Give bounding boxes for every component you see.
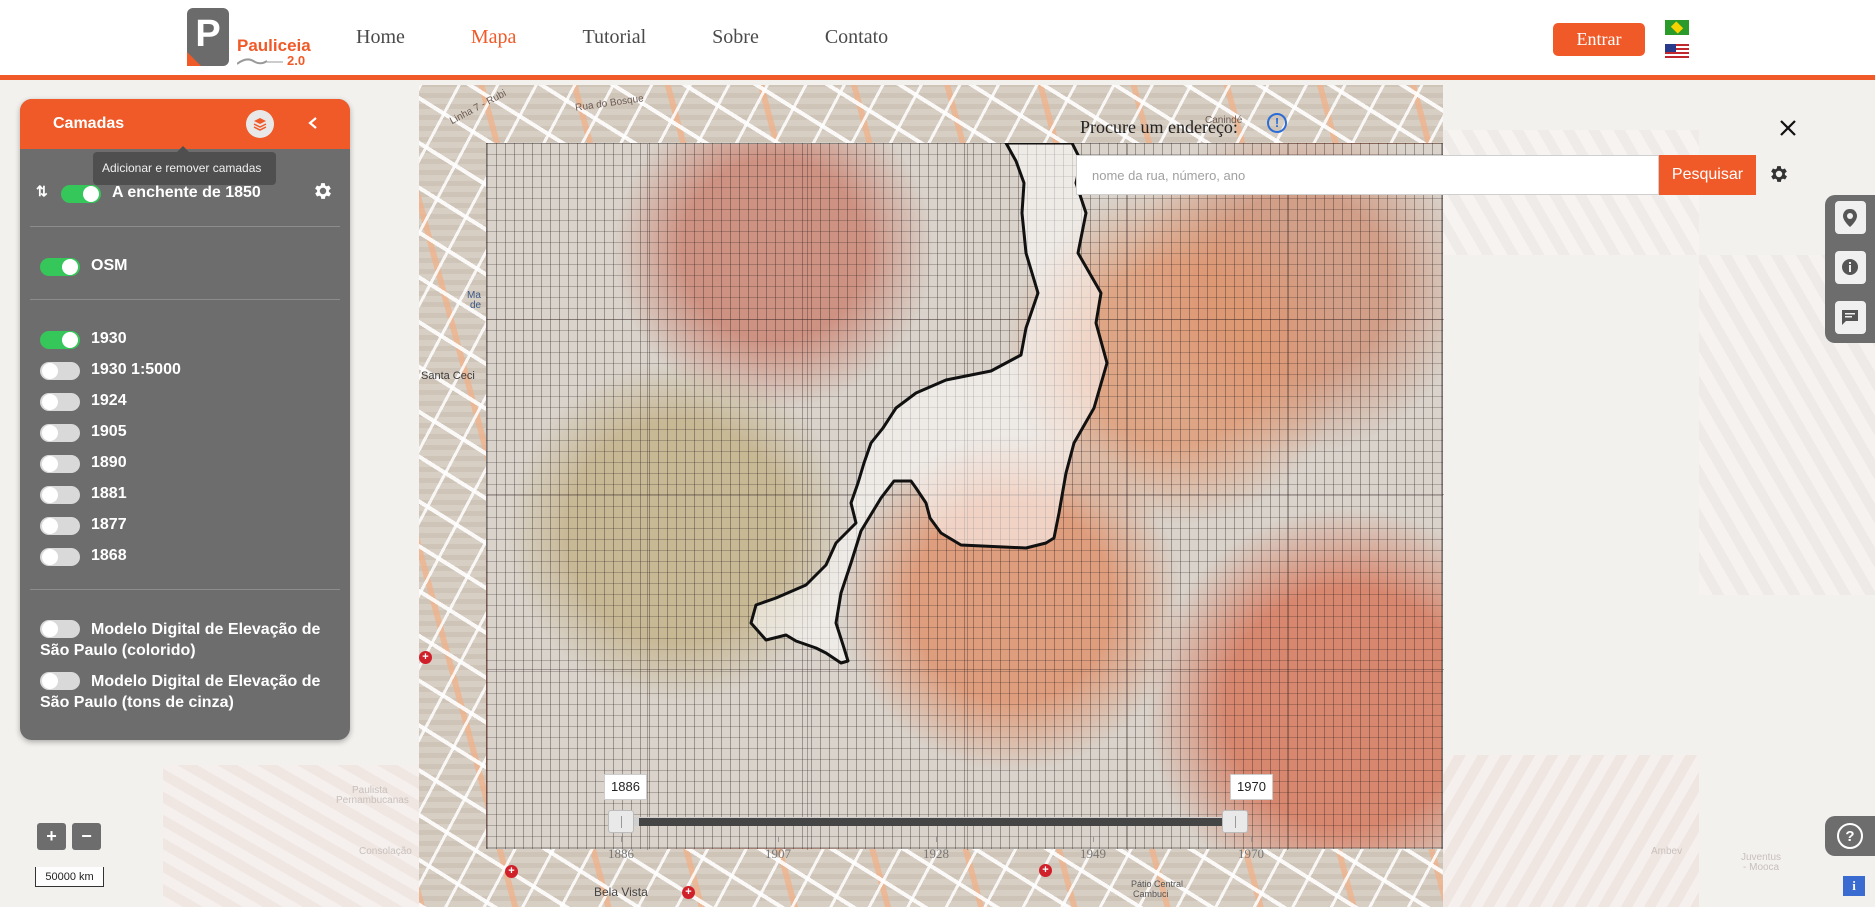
slider-handle-start[interactable] [608,810,634,833]
search-label: Procure um endereço: [1080,117,1238,137]
tick-label: 1949 [1080,846,1106,861]
tick-mark [1251,836,1252,842]
map-label: Ambev [1651,846,1683,857]
search-button[interactable]: Pesquisar [1659,155,1756,195]
search-info-icon[interactable]: ! [1267,113,1287,133]
logo-swoosh-icon [237,58,283,65]
layers-tooltip: Adicionar e remover camadas [93,146,276,185]
help-button[interactable]: ? [1825,816,1875,856]
login-button[interactable]: Entrar [1553,23,1645,56]
toggle-1890[interactable] [40,455,80,473]
layer-label-elevation-color: Modelo Digital de Elevação de São Paulo … [40,621,321,659]
attribution-info-button[interactable]: i [1843,876,1865,896]
slider-range-fill [639,818,1237,826]
layer-label-1930-5000: 1930 1:5000 [91,361,181,378]
toggle-1881[interactable] [40,486,80,504]
layer-label-1877: 1877 [91,516,127,533]
tick-mark [1093,836,1094,842]
pauliceia-logo[interactable]: P Pauliceia 2.0 [187,8,312,70]
toggle-osm[interactable] [40,258,80,276]
logo-version: 2.0 [287,53,306,68]
tick-label: 1907 [765,846,791,861]
layer-label-1905: 1905 [91,423,127,440]
hospital-icon: + [419,651,432,664]
flood-1850-outline [749,143,1109,665]
osm-tile-faint [1443,755,1699,907]
right-tool-bar [1825,195,1875,343]
swap-order-icon[interactable]: ⇅ [36,183,48,200]
top-header: P Pauliceia 2.0 Home Mapa Tutorial Sobre… [0,0,1875,80]
nav-home[interactable]: Home [356,26,405,49]
layer-label-1881: 1881 [91,485,127,502]
toggle-1868[interactable] [40,548,80,566]
main-nav: Home Mapa Tutorial Sobre Contato [356,26,954,49]
gear-icon[interactable] [312,180,334,202]
divider [30,299,340,300]
tick-mark [621,836,622,842]
map-label: - Mooca [1743,862,1780,873]
slider-handle-end[interactable] [1222,810,1248,833]
nav-tutorial[interactable]: Tutorial [582,26,646,49]
layer-label-1890: 1890 [91,454,127,471]
tick-label: 1928 [923,846,949,861]
map-marker-icon [1843,209,1857,227]
layers-icon [253,118,267,131]
layer-label-enchente: A enchente de 1850 [112,184,261,201]
layers-panel-title: Camadas [53,115,125,132]
hospital-icon: + [505,865,518,878]
info-button[interactable] [1835,251,1866,284]
svg-text:?: ? [1845,828,1854,845]
map-label: Consolação [359,846,412,857]
toggle-1905[interactable] [40,424,80,442]
map-label: Bela Vista [594,885,648,899]
map-label: Santa Ceci [421,370,475,382]
help-icon: ? [1837,823,1863,849]
usa-flag-icon[interactable] [1665,44,1689,59]
tick-label: 1886 [608,846,634,861]
divider [30,226,340,227]
nav-contato[interactable]: Contato [825,26,888,49]
layer-label-osm: OSM [91,257,128,274]
scale-bar: 50000 km [35,867,104,887]
location-button[interactable] [1835,201,1866,234]
nav-sobre[interactable]: Sobre [712,26,759,49]
time-slider[interactable]: 1886 1970 1886 1907 1928 1949 1970 [563,774,1273,871]
toggle-enchente-1850[interactable] [61,185,101,203]
info-icon [1842,259,1858,275]
logo-mark: P [187,8,229,66]
comments-button[interactable] [1835,301,1866,334]
toggle-1877[interactable] [40,517,80,535]
map-label: Pernambucanas [336,795,409,806]
layer-label-1930: 1930 [91,330,127,347]
zoom-in-button[interactable]: + [37,823,66,850]
tick-label: 1970 [1238,846,1264,861]
slider-value-end: 1970 [1230,774,1273,800]
chevron-left-icon [308,117,317,129]
tick-mark [936,836,937,842]
zoom-out-button[interactable]: − [72,823,101,850]
tick-mark [778,836,779,842]
layer-label-1868: 1868 [91,547,127,564]
toggle-1924[interactable] [40,393,80,411]
hospital-icon: + [682,886,695,899]
toggle-1930-5000[interactable] [40,362,80,380]
layer-label-elevation-gray: Modelo Digital de Elevação de São Paulo … [40,673,321,711]
nav-mapa[interactable]: Mapa [471,26,517,49]
search-settings-gear-icon[interactable] [1768,163,1790,185]
layers-stack-button[interactable] [246,110,274,138]
address-search-input[interactable] [1076,155,1659,195]
map-label: Pátio Central [1131,879,1184,889]
map-label: Cambuci [1133,889,1169,899]
slider-value-start: 1886 [604,774,647,800]
map-label: de [470,300,482,311]
divider [30,589,340,590]
comment-icon [1842,310,1858,325]
toggle-1930[interactable] [40,331,80,349]
brazil-flag-icon[interactable] [1665,20,1689,35]
close-icon[interactable] [1778,118,1798,138]
collapse-panel-button[interactable] [307,113,319,136]
layers-panel-header: Camadas [20,99,350,149]
layers-panel: Camadas Adicionar e remover camadas ⇅ A … [20,99,350,740]
layer-label-1924: 1924 [91,392,127,409]
